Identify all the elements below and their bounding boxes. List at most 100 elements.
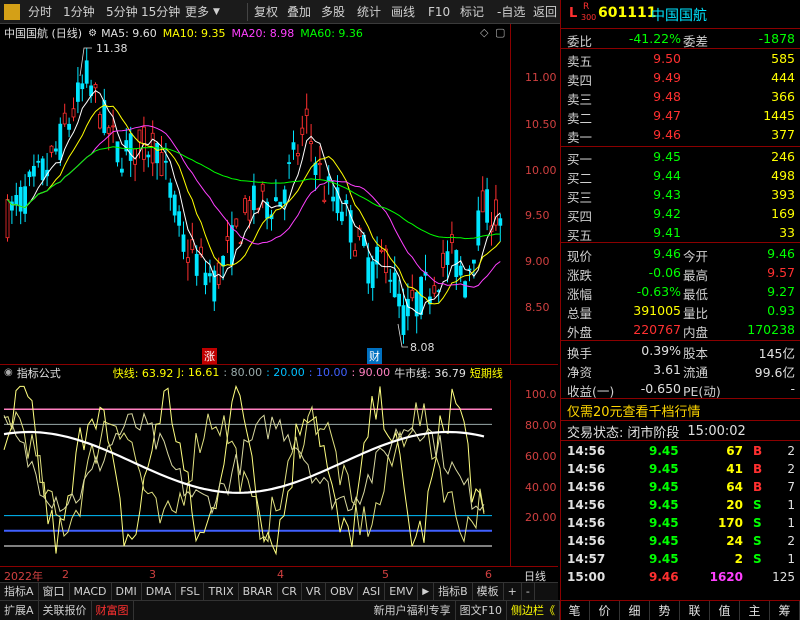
candle-body xyxy=(353,250,358,257)
ind-tick: 100.0 xyxy=(525,388,557,401)
cai-marker[interactable]: 财 xyxy=(367,348,382,364)
ask-row[interactable]: 卖二 9.47 1445 xyxy=(561,107,800,126)
tab-dma[interactable]: DMA xyxy=(142,582,177,601)
tab-related-quote[interactable]: 关联报价 xyxy=(39,600,92,620)
kline-chart[interactable] xyxy=(0,24,558,364)
tool-xi[interactable]: 细 xyxy=(620,600,650,620)
tick-side: S xyxy=(753,498,762,512)
tab-window[interactable]: 窗口 xyxy=(39,582,70,601)
tick-row: 15:00 9.46 1620 125 xyxy=(561,568,800,586)
indicator-chart[interactable] xyxy=(0,380,558,566)
square-icon[interactable]: ▢ xyxy=(495,26,505,39)
tick-count: 2 xyxy=(787,444,795,458)
tool-shi[interactable]: 势 xyxy=(650,600,680,620)
candle-body xyxy=(471,259,476,264)
tongji-button[interactable]: 统计 xyxy=(357,0,381,24)
new-user-promo[interactable]: 新用户福利专享 xyxy=(370,600,456,620)
collapse-icon[interactable]: ◉ xyxy=(4,367,13,378)
tool-zhu[interactable]: 主 xyxy=(740,600,770,620)
diejia-button[interactable]: 叠加 xyxy=(287,0,311,24)
tab-macd[interactable]: MACD xyxy=(70,582,112,601)
menu-icon[interactable] xyxy=(4,4,20,20)
tool-chou[interactable]: 筹 xyxy=(770,600,800,620)
candle-body xyxy=(18,186,23,212)
ask-price: 9.47 xyxy=(653,108,681,123)
tool-lian[interactable]: 联 xyxy=(680,600,710,620)
ask-row[interactable]: 卖五 9.50 585 xyxy=(561,50,800,69)
tool-jia[interactable]: 价 xyxy=(590,600,620,620)
tab-obv[interactable]: OBV xyxy=(326,582,359,601)
stat-row: 涨跌 -0.06 最高 9.57 xyxy=(561,264,800,283)
bid-row[interactable]: 买四 9.42 169 xyxy=(561,205,800,224)
trade-time: 15:00:02 xyxy=(687,424,746,439)
stat-value: -0.06 xyxy=(648,265,681,280)
tick-side: S xyxy=(753,516,762,530)
tick-count: 1 xyxy=(787,552,795,566)
tab-trix[interactable]: TRIX xyxy=(204,582,239,601)
sidebar-toggle[interactable]: 侧边栏《 xyxy=(507,600,560,620)
diamond-icon[interactable]: ◇ xyxy=(480,26,488,39)
fund-label: 净资 xyxy=(567,365,593,380)
tick-time: 15:00 xyxy=(567,570,606,584)
bid-row[interactable]: 买三 9.43 393 xyxy=(561,186,800,205)
l80-value: : 80.00 xyxy=(223,366,263,379)
tick-time: 14:57 xyxy=(567,552,606,566)
bid-row[interactable]: 买一 9.45 246 xyxy=(561,148,800,167)
duogu-button[interactable]: 多股 xyxy=(321,0,345,24)
candle-body xyxy=(181,234,186,252)
ask-label: 卖三 xyxy=(567,92,593,107)
ask-row[interactable]: 卖三 9.48 366 xyxy=(561,88,800,107)
tab-more[interactable]: 更多 xyxy=(185,0,209,24)
weibi-row: 委比 -41.22% 委差 -1878 xyxy=(561,30,800,49)
remove-watchlist-button[interactable]: -自选 xyxy=(497,0,525,24)
huaxian-button[interactable]: 画线 xyxy=(391,0,415,24)
tab-wealth-chart[interactable]: 财富图 xyxy=(92,600,134,620)
trade-status-value: 闭市阶段 xyxy=(627,426,680,441)
tab-15min[interactable]: 15分钟 xyxy=(141,0,180,24)
tick-price: 9.45 xyxy=(649,534,679,548)
tab-1min[interactable]: 1分钟 xyxy=(63,0,95,24)
tab-indicator-a[interactable]: 指标A xyxy=(0,582,39,601)
tab-fsl[interactable]: FSL xyxy=(176,582,205,601)
add-tab-button[interactable]: + xyxy=(504,582,522,601)
bid-row[interactable]: 买五 9.41 33 xyxy=(561,224,800,243)
market-badge-num: 300 xyxy=(581,13,597,22)
stat-label: 今开 xyxy=(683,249,709,264)
tab-emv[interactable]: EMV xyxy=(385,582,419,601)
tab-brar[interactable]: BRAR xyxy=(239,582,278,601)
bid-row[interactable]: 买二 9.44 498 xyxy=(561,167,800,186)
promo-text[interactable]: 仅需20元查看千档行情 xyxy=(567,401,701,420)
tab-fenshi[interactable]: 分时 xyxy=(28,0,52,24)
chevron-down-icon[interactable]: ▼ xyxy=(213,0,220,24)
tool-zhi[interactable]: 值 xyxy=(710,600,740,620)
tab-template[interactable]: 模板 xyxy=(473,582,504,601)
candle-body xyxy=(120,168,124,173)
tab-extend-a[interactable]: 扩展A xyxy=(0,600,39,620)
ask-row[interactable]: 卖四 9.49 444 xyxy=(561,69,800,88)
tab-cr[interactable]: CR xyxy=(278,582,302,601)
zhang-marker[interactable]: 涨 xyxy=(202,348,217,364)
tick-volume: 20 xyxy=(726,498,743,512)
remove-tab-button[interactable]: - xyxy=(522,582,535,601)
tab-5min[interactable]: 5分钟 xyxy=(106,0,138,24)
tuwen-f10-button[interactable]: 图文F10 xyxy=(456,600,507,620)
tab-asi[interactable]: ASI xyxy=(358,582,386,601)
tab-dmi[interactable]: DMI xyxy=(112,582,142,601)
ask-row[interactable]: 卖一 9.46 377 xyxy=(561,126,800,145)
kuai-value: 快线: 63.92 xyxy=(112,366,174,380)
candle-body xyxy=(295,152,300,157)
chevron-right-icon[interactable]: ▶ xyxy=(418,582,435,601)
tool-bi[interactable]: 笔 xyxy=(560,600,590,620)
biaoji-button[interactable]: 标记 xyxy=(460,0,484,24)
tab-indicator-b[interactable]: 指标B xyxy=(434,582,473,601)
l10-value: : 10.00 xyxy=(308,366,348,379)
toolbar: 分时 1分钟 5分钟 15分钟 更多 ▼ 复权 叠加 多股 统计 画线 F10 … xyxy=(0,0,560,24)
back-button[interactable]: 返回 xyxy=(533,0,557,24)
fuquan-button[interactable]: 复权 xyxy=(254,0,278,24)
stock-header: L R 300 601111 中国国航 xyxy=(561,0,800,28)
candle-body xyxy=(317,163,322,166)
settings-icon[interactable]: ⚙ xyxy=(88,28,97,39)
indicator-name[interactable]: 指标公式 xyxy=(17,365,61,380)
tab-vr[interactable]: VR xyxy=(302,582,327,601)
f10-button[interactable]: F10 xyxy=(428,0,450,24)
